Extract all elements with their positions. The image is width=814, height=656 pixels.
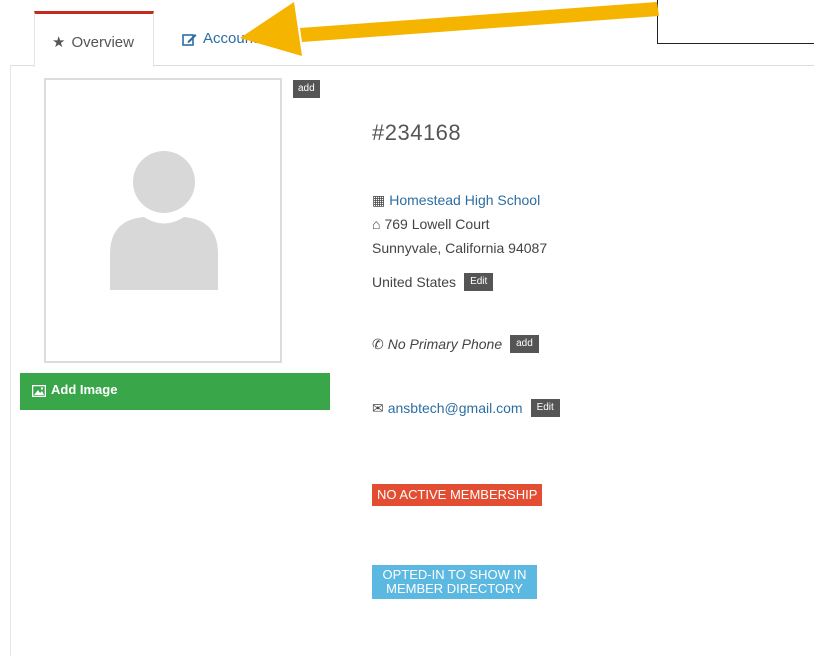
tab-overview-label: Overview xyxy=(71,33,134,51)
city-line: Sunnyvale, California 94087 xyxy=(372,240,548,256)
home-icon: ⌂ xyxy=(372,216,381,232)
edit-address-button[interactable]: Edit xyxy=(464,273,494,291)
school-link[interactable]: Homestead High School xyxy=(389,192,540,208)
avatar-icon xyxy=(110,151,218,290)
country-row: United States Edit xyxy=(372,270,494,294)
phone-value: No Primary Phone xyxy=(387,336,503,352)
tab-overview[interactable]: ★ Overview xyxy=(34,11,154,67)
add-photo-button[interactable]: add xyxy=(293,80,320,98)
directory-optin-badge: OPTED-IN TO SHOW IN MEMBER DIRECTORY xyxy=(372,565,537,599)
add-image-label: Add Image xyxy=(51,382,118,397)
email-link[interactable]: ansbtech@gmail.com xyxy=(388,400,523,416)
add-image-button[interactable]: Add Image xyxy=(20,373,330,410)
phone-row: ✆ No Primary Phone add xyxy=(372,332,539,356)
envelope-icon: ✉ xyxy=(372,400,384,416)
add-phone-button[interactable]: add xyxy=(510,335,539,353)
edit-email-button[interactable]: Edit xyxy=(530,399,560,417)
country: United States xyxy=(372,274,457,290)
directory-badge-line2: MEMBER DIRECTORY xyxy=(386,581,523,596)
directory-badge-line1: OPTED-IN TO SHOW IN xyxy=(382,567,527,582)
street-row: ⌂ 769 Lowell Court xyxy=(372,212,490,236)
email-text: ✉ ansbtech@gmail.com xyxy=(372,396,523,420)
street-address: 769 Lowell Court xyxy=(384,216,490,232)
profile-photo-placeholder xyxy=(44,78,282,363)
annotation-arrow xyxy=(240,2,659,56)
building-icon: ▦ xyxy=(372,192,386,208)
edit-icon xyxy=(182,33,197,46)
phone-icon: ✆ xyxy=(372,336,384,352)
annotation-callout-box xyxy=(657,0,814,44)
star-icon: ★ xyxy=(52,34,66,51)
image-icon xyxy=(32,385,46,397)
content-left-border xyxy=(10,66,11,656)
email-row: ✉ ansbtech@gmail.com Edit xyxy=(372,396,560,420)
member-id: #234168 xyxy=(372,120,462,145)
phone-text: ✆ No Primary Phone xyxy=(372,332,502,356)
school-row: ▦ Homestead High School xyxy=(372,188,540,212)
membership-status-badge: NO ACTIVE MEMBERSHIP xyxy=(372,484,543,506)
